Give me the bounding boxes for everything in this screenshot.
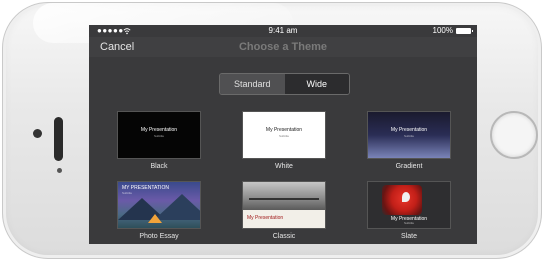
thumbnail-title: My Presentation: [140, 127, 178, 133]
parrot-beak-graphic: [402, 192, 410, 202]
theme-label: White: [275, 163, 293, 170]
theme-classic[interactable]: My Presentation Classic: [242, 181, 326, 240]
battery-percentage: 100%: [432, 26, 453, 35]
theme-thumbnail[interactable]: My Presentation Subtitle: [367, 181, 451, 229]
thumbnail-subtitle: Subtitle: [278, 134, 289, 138]
theme-label: Gradient: [395, 163, 423, 170]
status-time: 9:41 am: [268, 26, 298, 35]
bridge-graphic: [249, 198, 319, 200]
thumbnail-title: My Presentation: [265, 127, 303, 133]
thumbnail-subtitle: Subtitle: [122, 191, 133, 195]
thumbnail-subtitle: Subtitle: [403, 134, 414, 138]
theme-photo-essay[interactable]: MY PRESENTATION Subtitle Photo Essay: [117, 181, 201, 240]
theme-white[interactable]: My Presentation Subtitle White: [242, 111, 326, 170]
status-bar: ●●●●● 9:41 am 100%: [89, 25, 477, 37]
iphone-device: ●●●●● 9:41 am 100% Cancel Choose a Theme…: [2, 2, 542, 259]
theme-thumbnail[interactable]: My Presentation Subtitle: [117, 111, 201, 159]
theme-label: Photo Essay: [139, 233, 179, 240]
aspect-ratio-segmented-control: Standard Wide: [219, 73, 350, 95]
bridge-photo: [243, 182, 325, 210]
theme-label: Black: [150, 163, 168, 170]
theme-thumbnail[interactable]: MY PRESENTATION Subtitle: [117, 181, 201, 229]
navigation-bar: Cancel Choose a Theme: [89, 37, 477, 57]
front-camera: [33, 129, 42, 138]
theme-thumbnail[interactable]: My Presentation Subtitle: [367, 111, 451, 159]
home-button[interactable]: [490, 111, 538, 159]
segment-standard[interactable]: Standard: [220, 74, 285, 94]
segment-wide[interactable]: Wide: [284, 74, 349, 94]
theme-thumbnail[interactable]: My Presentation Subtitle: [242, 111, 326, 159]
theme-gradient[interactable]: My Presentation Subtitle Gradient: [367, 111, 451, 170]
thumbnail-subtitle: Subtitle: [153, 134, 164, 138]
thumbnail-title: My Presentation: [247, 215, 284, 221]
screen: ●●●●● 9:41 am 100% Cancel Choose a Theme…: [89, 25, 477, 244]
tent-graphic: [148, 214, 162, 223]
battery-icon: [456, 28, 473, 34]
proximity-sensor: [57, 168, 62, 173]
theme-label: Slate: [401, 233, 417, 240]
theme-black[interactable]: My Presentation Subtitle Black: [117, 111, 201, 170]
earpiece-speaker: [54, 117, 63, 161]
theme-slate[interactable]: My Presentation Subtitle Slate: [367, 181, 451, 240]
thumbnail-title: My Presentation: [390, 127, 428, 133]
theme-label: Classic: [272, 233, 296, 240]
page-title: Choose a Theme: [238, 41, 328, 53]
thumbnail-subtitle: Subtitle: [403, 221, 414, 225]
theme-thumbnail[interactable]: My Presentation: [242, 181, 326, 229]
